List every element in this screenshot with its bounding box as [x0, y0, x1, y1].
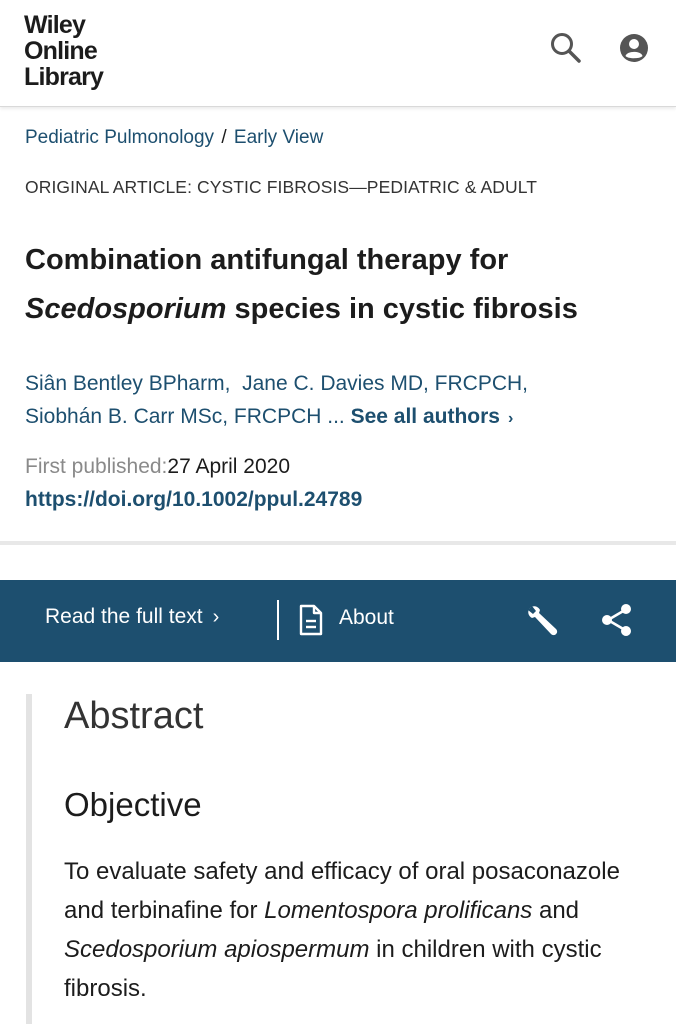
objective-text: To evaluate safety and efficacy of oral … — [64, 852, 664, 1008]
author-list: Siân Bentley BPharm, Jane C. Davies MD, … — [25, 367, 655, 435]
site-header: Wiley Online Library — [0, 0, 676, 107]
tools-button[interactable] — [524, 602, 560, 643]
objective-heading: Objective — [64, 786, 202, 823]
breadcrumb-separator: / — [221, 127, 227, 148]
title-part-1: Combination antifungal therapy for — [25, 244, 509, 276]
abstract-accent-bar — [26, 694, 32, 1024]
abstract-heading: Abstract — [64, 695, 204, 737]
logo-line-2: Online — [24, 37, 98, 65]
author-link[interactable]: Siân Bentley BPharm, — [25, 372, 230, 395]
wrench-icon — [528, 606, 558, 636]
share-icon — [602, 604, 631, 636]
share-button[interactable] — [600, 602, 634, 643]
search-icon[interactable] — [548, 30, 584, 66]
objective-species-1: Lomentospora prolificans — [264, 897, 533, 924]
article-toolbar: Read the full text › About — [0, 580, 676, 662]
account-icon[interactable] — [616, 30, 652, 66]
wiley-online-library-logo[interactable]: Wiley Online Library — [24, 11, 104, 91]
about-label: About — [339, 606, 394, 629]
chevron-right-icon: › — [507, 410, 514, 427]
author-link[interactable]: Siobhán B. Carr MSc, FRCPCH ... — [25, 405, 345, 428]
read-full-text-label: Read the full text — [45, 605, 203, 628]
logo-line-3: Library — [24, 63, 104, 91]
logo-line-1: Wiley — [24, 11, 86, 39]
breadcrumb-journal-link[interactable]: Pediatric Pulmonology — [25, 127, 214, 148]
objective-species-2: Scedosporium apiospermum — [64, 936, 370, 963]
title-part-2: species in cystic fibrosis — [226, 293, 578, 325]
article-title: Combination antifungal therapy for Scedo… — [25, 236, 645, 334]
objective-text-2: and — [532, 897, 580, 924]
publication-date: First published:27 April 2020 — [25, 455, 290, 479]
see-all-authors-link[interactable]: See all authors › — [351, 405, 514, 428]
breadcrumb: Pediatric Pulmonology / Early View — [25, 127, 323, 149]
published-label: First published: — [25, 455, 168, 478]
published-date: 27 April 2020 — [167, 455, 291, 478]
section-divider — [0, 541, 676, 545]
document-icon — [299, 604, 323, 636]
read-full-text-button[interactable]: Read the full text › — [45, 605, 219, 629]
toolbar-separator — [277, 600, 279, 640]
title-italic-genus: Scedosporium — [25, 293, 227, 325]
breadcrumb-section-link[interactable]: Early View — [234, 127, 323, 148]
author-link[interactable]: Jane C. Davies MD, FRCPCH, — [242, 372, 528, 395]
doi-link[interactable]: https://doi.org/10.1002/ppul.24789 — [25, 488, 362, 512]
see-all-authors-label: See all authors — [350, 405, 500, 428]
article-category: ORIGINAL ARTICLE: CYSTIC FIBROSIS—PEDIAT… — [25, 177, 538, 197]
chevron-right-icon: › — [212, 606, 220, 628]
